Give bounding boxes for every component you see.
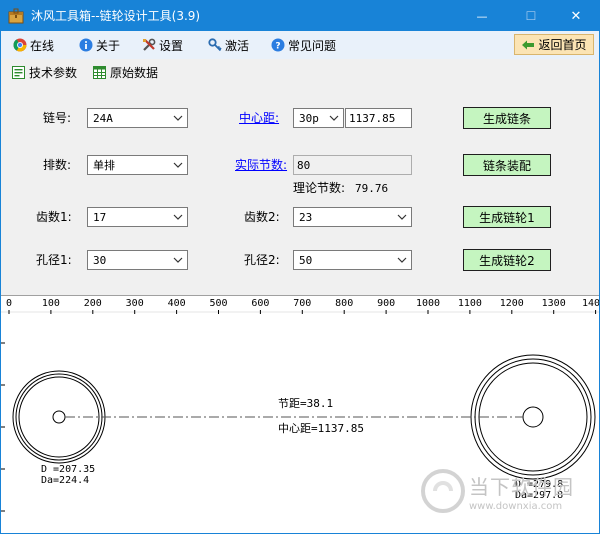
tools-icon [143, 38, 156, 51]
bore2-label: 孔径2: [244, 253, 280, 267]
generate-sprocket2-label: 生成链轮2 [479, 253, 535, 268]
chevron-down-icon [173, 115, 183, 121]
key-icon [208, 38, 222, 52]
menu-activate[interactable]: 激活 [208, 35, 249, 55]
bore1-select[interactable]: 30 [87, 250, 188, 270]
menu-faq-label: 常见问题 [288, 38, 337, 53]
menu-bar: 在线 关于 设置 激活 ? 常见问题 返回首页 [1, 31, 599, 59]
bore1-label: 孔径1: [36, 253, 72, 267]
sprocket-drawing [1, 310, 599, 512]
back-arrow-icon [522, 40, 535, 49]
bore2-value: 50 [299, 253, 313, 267]
chevron-down-icon [329, 115, 339, 121]
help-icon: ? [271, 38, 285, 52]
rows-select[interactable]: 单排 [87, 155, 188, 175]
chevron-down-icon [397, 214, 407, 220]
right-outer-diameter: Da=297.8 [515, 490, 564, 501]
bore1-value: 30 [93, 253, 107, 267]
menu-activate-label: 激活 [225, 38, 250, 53]
menu-online[interactable]: 在线 [13, 35, 54, 55]
teeth1-label: 齿数1: [36, 210, 72, 224]
maximize-icon: ☐ [525, 9, 537, 23]
teeth1-select[interactable]: 17 [87, 207, 188, 227]
generate-sprocket1-button[interactable]: 生成链轮1 [463, 206, 551, 228]
chevron-down-icon [173, 257, 183, 263]
toolbox-icon [8, 8, 24, 24]
rows-label: 排数: [43, 158, 72, 172]
generate-chain-label: 生成链条 [482, 111, 531, 126]
parameter-form: 链号: 24A 排数: 单排 齿数1: 17 孔径1: 30 中心距: 30p … [1, 85, 599, 295]
chain-no-select[interactable]: 24A [87, 108, 188, 128]
tech-params-label: 技术参数 [29, 65, 78, 80]
chrome-icon [13, 38, 27, 52]
document-icon [12, 65, 25, 79]
menu-online-label: 在线 [30, 38, 55, 53]
close-icon: ✕ [570, 8, 582, 24]
teeth2-select[interactable]: 23 [293, 207, 412, 227]
actual-pitches-link[interactable]: 实际节数: [235, 157, 287, 173]
right-pitch-diameter: D =279.8 [515, 479, 564, 490]
sprocket-right [470, 354, 596, 480]
chain-no-label: 链号: [43, 111, 72, 125]
menu-faq[interactable]: ? 常见问题 [271, 35, 336, 55]
actual-pitches-field: 80 [293, 155, 412, 175]
center-distance-value: 1137.85 [349, 111, 396, 125]
chain-assembly-label: 链条装配 [482, 158, 531, 173]
center-unit-value: 30p [299, 111, 319, 125]
generate-sprocket2-button[interactable]: 生成链轮2 [463, 249, 551, 271]
left-outer-diameter: Da=224.4 [41, 475, 90, 486]
drawing-canvas[interactable]: 0 100 200 300 400 500 600 700 800 900 1000 1100 1200… [1, 295, 599, 533]
rows-value: 单排 [93, 159, 115, 172]
center-distance-input[interactable]: 1137.85 [345, 108, 412, 128]
back-home-label: 返回首页 [538, 38, 587, 52]
bore2-select[interactable]: 50 [293, 250, 412, 270]
close-button[interactable]: ✕ [553, 1, 599, 31]
maximize-button[interactable]: ☐ [508, 1, 554, 31]
center-distance-text: 中心距=1137.85 [278, 422, 364, 435]
toolbar: 技术参数 原始数据 [1, 59, 599, 85]
center-distance-link[interactable]: 中心距: [239, 110, 279, 126]
chain-assembly-button[interactable]: 链条装配 [463, 154, 551, 176]
teeth2-label: 齿数2: [244, 210, 280, 224]
chevron-down-icon [173, 162, 183, 168]
back-home-button[interactable]: 返回首页 [514, 34, 594, 55]
chevron-down-icon [173, 214, 183, 220]
teeth1-value: 17 [93, 210, 107, 224]
minimize-icon: — [476, 9, 488, 23]
chevron-down-icon [397, 257, 407, 263]
theory-pitches-label: 理论节数: [293, 181, 346, 195]
center-unit-select[interactable]: 30p [293, 108, 344, 128]
menu-settings-label: 设置 [159, 38, 184, 53]
minimize-button[interactable]: — [459, 1, 505, 31]
menu-settings[interactable]: 设置 [142, 35, 183, 55]
chain-no-value: 24A [93, 111, 113, 125]
pitch-text: 节距=38.1 [278, 397, 334, 410]
actual-pitches-value: 80 [297, 158, 311, 172]
left-axis-ticks [1, 342, 5, 512]
left-pitch-diameter: D =207.35 [41, 464, 96, 475]
title-bar[interactable]: 沐风工具箱--链轮设计工具(3.9) — ☐ ✕ [1, 1, 599, 31]
app-window: 沐风工具箱--链轮设计工具(3.9) — ☐ ✕ 在线 关于 设置 激活 ? 常… [0, 0, 600, 534]
ruler-ticks [1, 310, 599, 314]
info-icon [79, 38, 93, 52]
menu-about-label: 关于 [96, 38, 121, 53]
table-icon [93, 65, 106, 79]
theory-pitches-value: 79.76 [355, 182, 389, 195]
raw-data-button[interactable]: 原始数据 [93, 63, 158, 81]
teeth2-value: 23 [299, 210, 313, 224]
tech-params-button[interactable]: 技术参数 [12, 63, 77, 81]
menu-about[interactable]: 关于 [79, 35, 120, 55]
generate-chain-button[interactable]: 生成链条 [463, 107, 551, 129]
generate-sprocket1-label: 生成链轮1 [479, 210, 535, 225]
raw-data-label: 原始数据 [110, 65, 159, 80]
window-title: 沐风工具箱--链轮设计工具(3.9) [31, 9, 201, 23]
svg-text:?: ? [275, 42, 280, 52]
